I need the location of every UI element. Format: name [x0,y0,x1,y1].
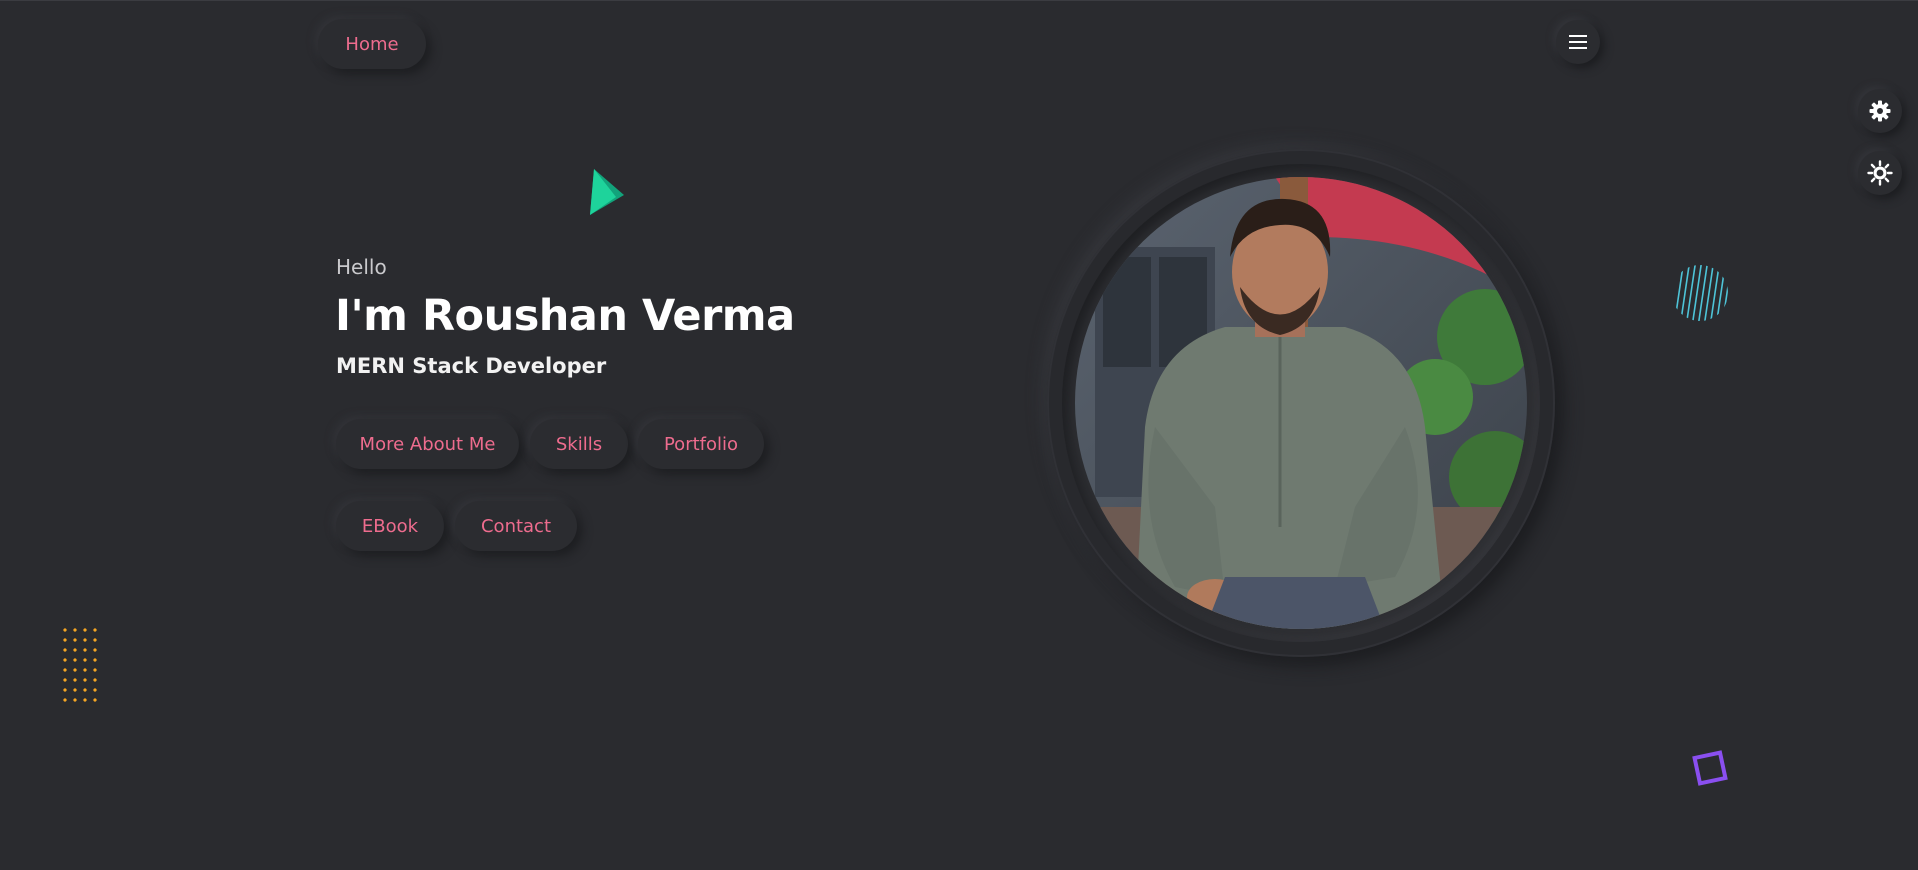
nav-home-label: Home [345,33,399,55]
theme-toggle-button[interactable] [1858,151,1902,195]
sun-icon [1867,160,1893,186]
contact-button[interactable]: Contact [455,501,577,551]
striped-circle-decoration [1673,265,1728,321]
more-about-me-label: More About Me [359,433,496,455]
settings-button[interactable] [1858,89,1902,133]
ebook-button[interactable]: EBook [336,501,444,551]
portfolio-button[interactable]: Portfolio [638,419,764,469]
hero-job-title: MERN Stack Developer [336,354,607,378]
profile-photo-frame [1047,149,1555,657]
purple-square-decoration [1692,750,1728,786]
menu-button[interactable] [1556,20,1600,64]
profile-photo-inner-ring [1062,164,1540,642]
portfolio-label: Portfolio [663,433,739,455]
hamburger-menu-icon [1569,35,1587,49]
contact-label: Contact [480,515,552,537]
more-about-me-button[interactable]: More About Me [336,419,519,469]
profile-photo [1075,177,1527,629]
gear-icon [1869,100,1891,122]
orange-dots-decoration [60,625,102,707]
greeting-text: Hello [336,255,387,279]
skills-label: Skills [555,433,603,455]
hero-name-heading: I'm Roushan Verma [335,291,795,341]
nav-home-button[interactable]: Home [318,19,426,69]
green-triangle-decoration [590,169,624,215]
skills-button[interactable]: Skills [530,419,628,469]
ebook-label: EBook [361,515,419,537]
